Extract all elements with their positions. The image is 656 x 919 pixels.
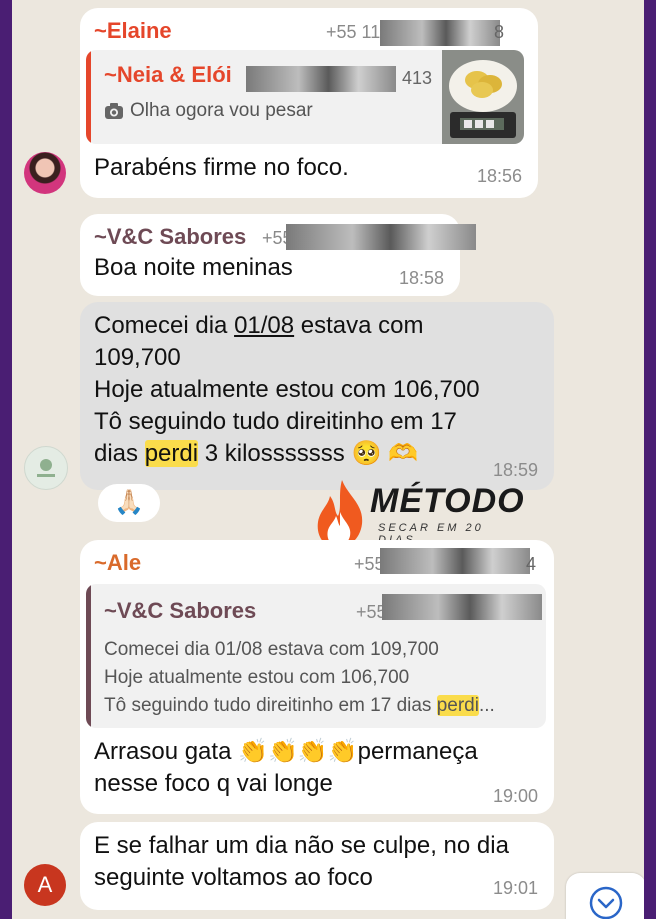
avatar-vc-sabores[interactable]: [24, 446, 68, 490]
quote-bar: [86, 584, 91, 728]
search-highlight: perdi: [436, 695, 479, 716]
avatar-elaine[interactable]: [24, 152, 66, 194]
camera-icon: [105, 103, 123, 119]
message-line: 109,700: [94, 344, 181, 371]
quote-bar: [86, 50, 91, 144]
sender-name[interactable]: ~V&C Sabores: [94, 224, 246, 250]
message-line: seguinte voltamos ao foco: [94, 864, 373, 891]
date-link[interactable]: 01/08: [234, 312, 294, 339]
message-bubble[interactable]: Comecei dia 01/08 estava com 109,700 Hoj…: [80, 302, 554, 490]
avatar-initial: A: [37, 872, 53, 897]
message-line: Comecei dia: [94, 312, 235, 339]
message-line: Tô seguindo tudo direitinho em 17: [94, 408, 457, 435]
quote-line: Tô seguindo tudo direitinho em 17 dias: [104, 695, 437, 716]
message-reaction[interactable]: 🙏🏻: [98, 484, 160, 522]
message-line: dias: [94, 440, 145, 467]
message-bubble[interactable]: ~Elaine +55 11 8 ~Neia & Elói 413 Olha o…: [80, 8, 538, 198]
phone-blur: [380, 548, 530, 574]
sender-phone-end: 8: [494, 22, 505, 42]
message-line: nesse foco q vai longe: [94, 770, 333, 797]
chat-area[interactable]: ~Elaine +55 11 8 ~Neia & Elói 413 Olha o…: [12, 0, 644, 919]
message-text: Comecei dia 01/08 estava com 109,700 Hoj…: [94, 310, 480, 470]
message-bubble[interactable]: ~V&C Sabores +55 2 Boa noite meninas 18:…: [80, 214, 476, 296]
quote-thumbnail[interactable]: [442, 50, 524, 144]
search-highlight: perdi: [144, 440, 199, 467]
sender-name[interactable]: ~Elaine: [94, 18, 172, 44]
watermark-title: MÉTODO: [370, 482, 525, 520]
message-line: 3 kilosssssss 🥺 🫶: [198, 440, 418, 467]
phone-blur: [286, 224, 476, 250]
chevron-down-icon: [589, 886, 623, 919]
logo-icon: [37, 459, 55, 477]
message-text: Parabéns firme no foco.: [94, 154, 349, 181]
phone-blur: [382, 594, 542, 620]
phone-blur: [380, 20, 500, 46]
quote-line: Hoje atualmente estou com 106,700: [104, 667, 410, 688]
message-line: E se falhar um dia não se culpe, no dia: [94, 832, 509, 859]
message-text: Arrasou gata 👏👏👏👏permaneça nesse foco q …: [94, 736, 478, 800]
message-text: Boa noite meninas: [94, 254, 293, 281]
message-text: E se falhar um dia não se culpe, no dia …: [94, 830, 509, 894]
quote-phone-end: 413: [402, 68, 433, 88]
watermark-logo: MÉTODO SECAR EM 20 DIAS: [312, 478, 525, 548]
sender-phone-end: 4: [526, 554, 537, 574]
phone-blur: [246, 66, 396, 92]
quote-line: Comecei dia 01/08 estava com 109,700: [104, 639, 439, 660]
message-time: 18:58: [398, 268, 444, 288]
quote-text: Comecei dia 01/08 estava com 109,700 Hoj…: [104, 636, 495, 720]
message-bubble[interactable]: E se falhar um dia não se culpe, no dia …: [80, 822, 554, 910]
avatar-ale[interactable]: A: [24, 864, 66, 906]
sender-phone: +55 11: [326, 22, 381, 42]
message-bubble[interactable]: ~Ale +55 2 4 ~V&C Sabores +55 2 Comecei …: [80, 540, 554, 814]
message-time: 19:00: [492, 786, 538, 806]
message-time: 18:56: [476, 166, 522, 186]
sender-name[interactable]: ~Ale: [94, 550, 141, 576]
message-line: Hoje atualmente estou com 106,700: [94, 376, 480, 403]
quoted-message[interactable]: ~V&C Sabores +55 2 Comecei dia 01/08 est…: [86, 584, 546, 728]
message-time: 19:01: [492, 878, 538, 898]
scroll-to-bottom-button[interactable]: [566, 873, 644, 919]
quote-text: Olha ogora vou pesar: [130, 100, 313, 121]
message-line: Arrasou gata 👏👏👏👏permaneça: [94, 738, 478, 765]
quote-sender: ~V&C Sabores: [104, 598, 257, 623]
quote-sender: ~Neia & Elói: [104, 62, 232, 87]
quoted-message[interactable]: ~Neia & Elói 413 Olha ogora vou pesar: [86, 50, 524, 144]
message-line: estava com: [294, 312, 424, 339]
quote-line: ...: [478, 695, 495, 716]
